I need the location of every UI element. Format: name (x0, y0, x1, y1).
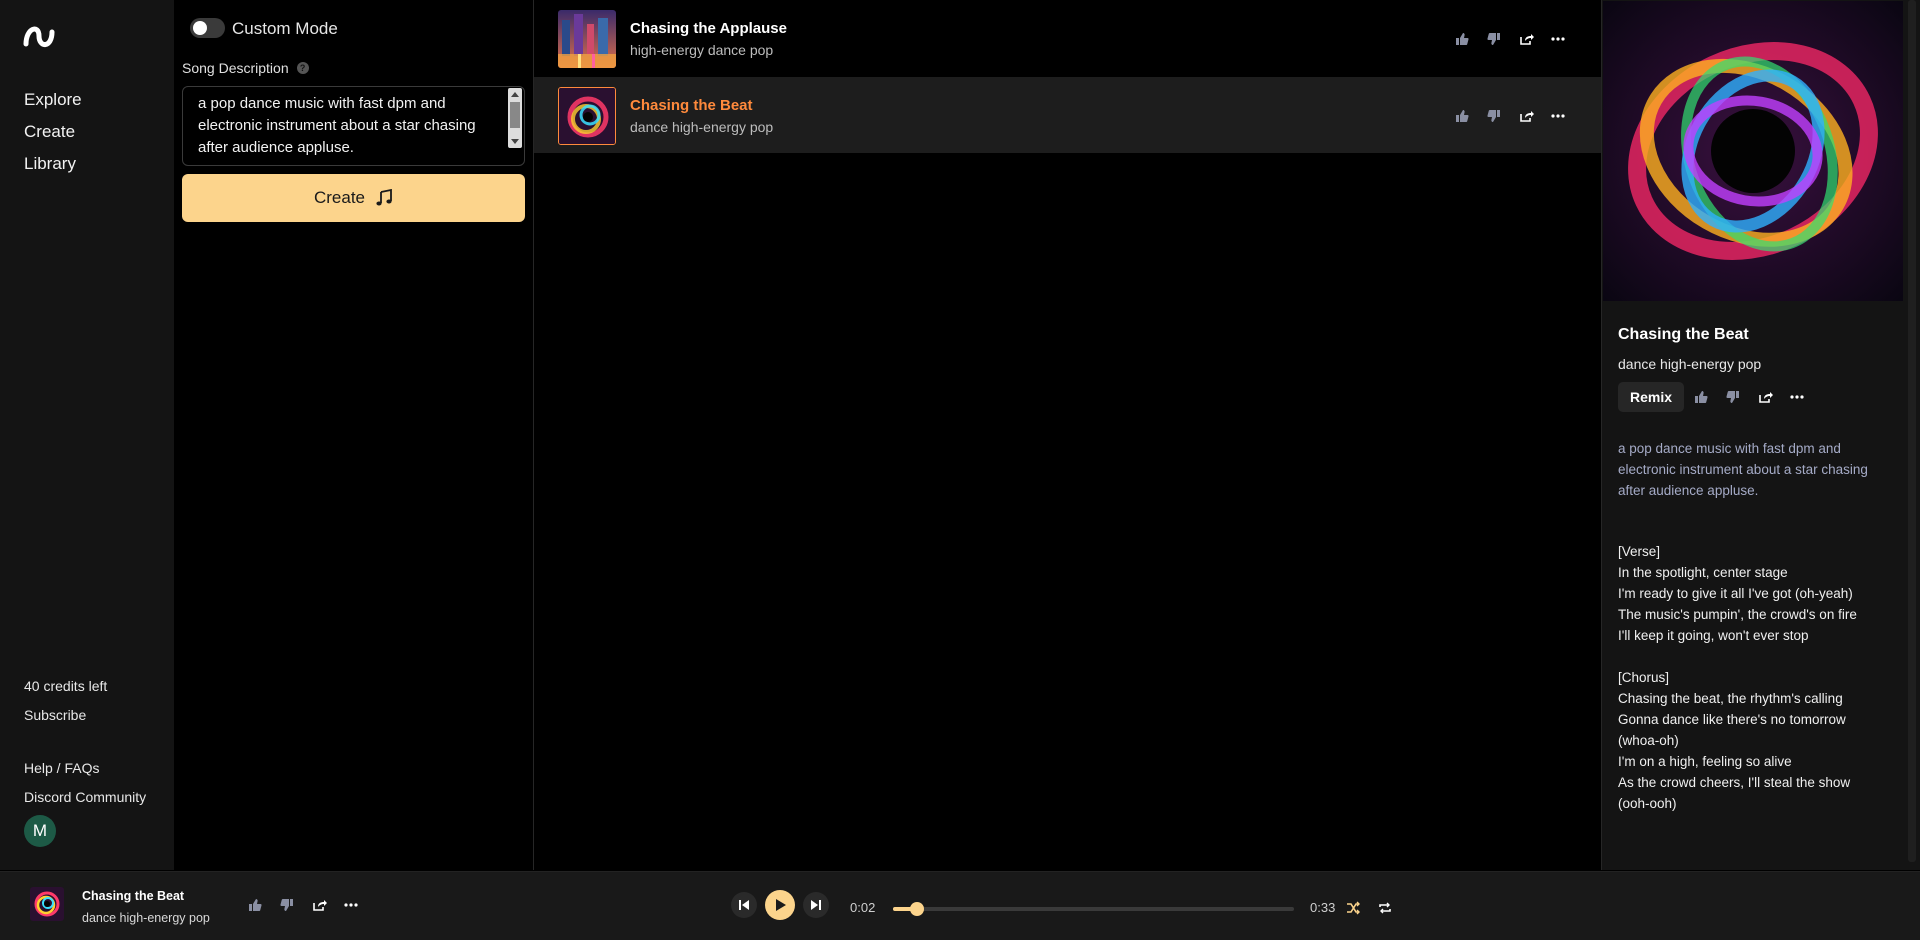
song-description-label: Song Description ? (182, 60, 309, 76)
player-actions (246, 896, 360, 914)
thumbs-down-icon[interactable] (278, 896, 296, 914)
scroll-down-icon[interactable] (511, 139, 519, 144)
next-track-icon[interactable] (803, 892, 829, 918)
logo-icon[interactable] (22, 22, 56, 56)
share-icon[interactable] (1756, 388, 1774, 406)
progress-handle[interactable] (910, 902, 925, 916)
playback-controls (731, 890, 829, 920)
create-button-label: Create (313, 188, 366, 207)
elapsed-time: 0:02 (850, 900, 876, 915)
play-icon[interactable] (765, 890, 795, 920)
thumbs-up-icon[interactable] (1453, 30, 1471, 48)
nav-explore[interactable]: Explore (24, 90, 82, 110)
thumbs-down-icon[interactable] (1485, 30, 1503, 48)
help-faqs-link[interactable]: Help / FAQs (24, 760, 99, 776)
song-actions (1453, 107, 1567, 125)
scroll-thumb[interactable] (1908, 0, 1916, 862)
more-options-icon[interactable] (1549, 107, 1567, 125)
song-tags: dance high-energy pop (630, 119, 774, 135)
shuffle-icon[interactable] (1344, 899, 1362, 917)
swirl-art (559, 88, 615, 144)
scroll-thumb[interactable] (510, 102, 520, 128)
song-description-input[interactable]: a pop dance music with fast dpm and elec… (182, 86, 525, 166)
song-list: Chasing the Applause high-energy dance p… (534, 0, 1601, 870)
more-options-icon[interactable] (342, 896, 360, 914)
song-title[interactable]: Chasing the Beat (630, 97, 753, 114)
repeat-icon[interactable] (1376, 899, 1394, 917)
detail-scrollbar[interactable] (1904, 0, 1920, 870)
song-title[interactable]: Chasing the Applause (630, 20, 787, 37)
song-tags: high-energy dance pop (630, 42, 774, 58)
nav-create[interactable]: Create (24, 122, 75, 142)
discord-community-link[interactable]: Discord Community (24, 789, 146, 805)
description-scrollbar[interactable] (508, 88, 522, 148)
create-panel: Custom Mode Song Description ? a pop dan… (174, 0, 532, 870)
song-cover-image[interactable] (558, 87, 616, 145)
remix-button[interactable]: Remix (1618, 382, 1684, 412)
custom-mode-toggle[interactable] (190, 18, 225, 38)
avatar[interactable]: M (24, 815, 56, 847)
player-bar: Chasing the Beat dance high-energy pop 0… (0, 871, 1920, 940)
thumbs-up-icon[interactable] (1453, 107, 1471, 125)
detail-title: Chasing the Beat (1618, 326, 1749, 343)
scroll-up-icon[interactable] (511, 92, 519, 97)
player-tags: dance high-energy pop (82, 911, 210, 925)
detail-tags: dance high-energy pop (1618, 356, 1762, 372)
thumbs-down-icon[interactable] (1724, 388, 1742, 406)
previous-track-icon[interactable] (731, 892, 757, 918)
song-row-active[interactable]: Chasing the Beat dance high-energy pop (534, 77, 1601, 153)
share-icon[interactable] (1517, 107, 1535, 125)
player-title[interactable]: Chasing the Beat (82, 889, 184, 903)
progress-bar[interactable] (893, 902, 1294, 916)
share-icon[interactable] (310, 896, 328, 914)
toggle-knob (193, 21, 207, 35)
city-lights-art (558, 10, 616, 68)
custom-mode-label: Custom Mode (232, 19, 338, 38)
thumbs-up-icon[interactable] (1692, 388, 1710, 406)
lyrics-text: [Verse] In the spotlight, center stage I… (1618, 544, 1857, 811)
more-options-icon[interactable] (1788, 388, 1806, 406)
song-row[interactable]: Chasing the Applause high-energy dance p… (534, 0, 1601, 76)
more-options-icon[interactable] (1549, 30, 1567, 48)
song-actions (1453, 30, 1567, 48)
left-nav: Explore Create Library 40 credits left S… (0, 0, 174, 870)
detail-prompt: a pop dance music with fast dpm and elec… (1618, 441, 1868, 498)
detail-actions (1692, 388, 1806, 406)
thumbs-down-icon[interactable] (1485, 107, 1503, 125)
duration-time: 0:33 (1310, 900, 1336, 915)
help-icon[interactable]: ? (296, 62, 309, 74)
credits-left: 40 credits left (24, 678, 108, 694)
song-description-label-text: Song Description (182, 60, 289, 76)
nav-library[interactable]: Library (24, 154, 76, 174)
swirl-art (30, 887, 64, 921)
swirl-art (1603, 1, 1903, 301)
song-cover-image[interactable] (558, 10, 616, 68)
player-cover-image[interactable] (30, 887, 64, 921)
create-button[interactable]: Create (182, 174, 525, 222)
music-note-icon (376, 189, 392, 206)
song-detail-panel: Chasing the Beat dance high-energy pop R… (1602, 0, 1904, 870)
detail-cover-image (1603, 1, 1903, 301)
thumbs-up-icon[interactable] (246, 896, 264, 914)
share-icon[interactable] (1517, 30, 1535, 48)
subscribe-link[interactable]: Subscribe (24, 707, 86, 723)
